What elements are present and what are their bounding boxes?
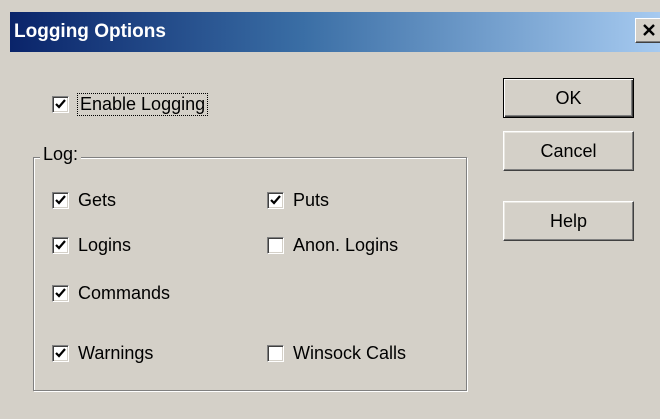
anon-logins-checkbox[interactable]: Anon. Logins (267, 235, 398, 256)
logging-options-dialog: Logging Options Enable Logging Log: Gets… (0, 0, 660, 419)
puts-label: Puts (293, 190, 330, 210)
log-group-legend: Log: (40, 144, 82, 165)
cancel-button[interactable]: Cancel (503, 131, 634, 171)
commands-checkbox[interactable]: Commands (52, 283, 170, 304)
logins-checkbox[interactable]: Logins (52, 235, 131, 256)
enable-logging-checkbox[interactable]: Enable Logging (52, 93, 209, 116)
puts-check-box[interactable] (267, 192, 284, 209)
checkmark-icon (270, 195, 281, 205)
commands-label: Commands (78, 283, 171, 303)
close-button[interactable] (635, 18, 660, 43)
winsock-calls-label: Winsock Calls (293, 343, 407, 363)
ok-button[interactable]: OK (503, 78, 634, 118)
checkmark-icon (55, 195, 66, 205)
window-title: Logging Options (14, 21, 166, 42)
enable-logging-check-box[interactable] (52, 96, 69, 113)
checkmark-icon (55, 348, 66, 358)
logins-check-box[interactable] (52, 237, 69, 254)
anon-logins-check-box[interactable] (267, 237, 284, 254)
logins-label: Logins (78, 235, 132, 255)
anon-logins-label: Anon. Logins (293, 235, 399, 255)
puts-checkbox[interactable]: Puts (267, 190, 329, 211)
winsock-calls-check-box[interactable] (267, 345, 284, 362)
enable-logging-label: Enable Logging (76, 93, 209, 116)
winsock-calls-checkbox[interactable]: Winsock Calls (267, 343, 406, 364)
title-bar[interactable]: Logging Options (10, 12, 660, 52)
checkmark-icon (55, 240, 66, 250)
commands-check-box[interactable] (52, 285, 69, 302)
warnings-label: Warnings (78, 343, 154, 363)
checkmark-icon (55, 99, 66, 109)
gets-check-box[interactable] (52, 192, 69, 209)
warnings-checkbox[interactable]: Warnings (52, 343, 153, 364)
warnings-check-box[interactable] (52, 345, 69, 362)
checkmark-icon (55, 288, 66, 298)
gets-checkbox[interactable]: Gets (52, 190, 116, 211)
gets-label: Gets (78, 190, 117, 210)
help-button[interactable]: Help (503, 201, 634, 241)
